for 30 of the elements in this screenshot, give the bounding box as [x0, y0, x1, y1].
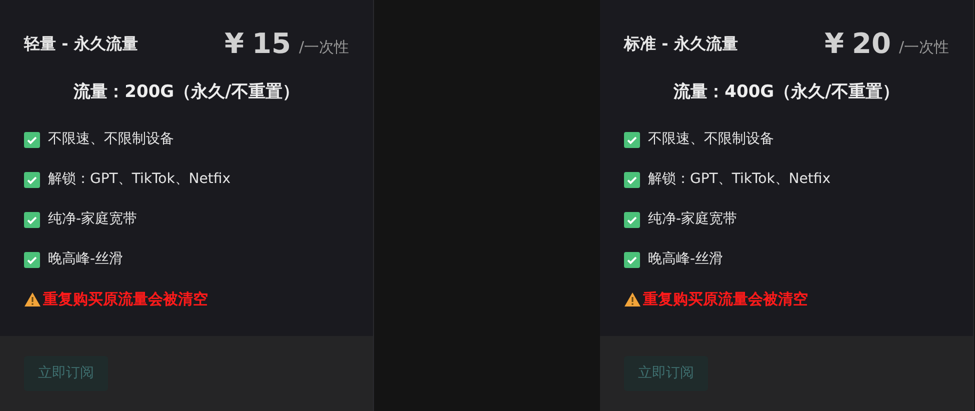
feature-text: 不限速、不限制设备 — [648, 130, 774, 149]
warning-text: 重复购买原流量会被清空 — [43, 289, 208, 310]
check-icon — [24, 212, 40, 228]
feature-text: 纯净-家庭宽带 — [48, 210, 138, 229]
warning-icon — [24, 292, 41, 307]
feature-text: 解锁：GPT、TikTok、Netfix — [48, 170, 230, 189]
warning-text: 重复购买原流量会被清空 — [643, 289, 808, 310]
warning-icon — [624, 292, 641, 307]
currency-sign: ¥ — [224, 30, 244, 58]
currency-sign: ¥ — [824, 30, 844, 58]
feature-text: 解锁：GPT、TikTok、Netfix — [648, 170, 830, 189]
check-icon — [24, 132, 40, 148]
feature-text: 不限速、不限制设备 — [48, 130, 174, 149]
check-icon — [624, 252, 640, 268]
traffic-headline: 流量：400G（永久/不重置） — [672, 81, 900, 104]
check-icon — [624, 132, 640, 148]
check-icon — [24, 172, 40, 188]
feature-text: 晚高峰-丝滑 — [648, 250, 724, 269]
price-period: /一次性 — [298, 36, 349, 58]
check-icon — [24, 252, 40, 268]
feature-text: 晚高峰-丝滑 — [48, 250, 124, 269]
price: 20 — [852, 30, 891, 58]
price: 15 — [252, 30, 291, 58]
plan-name: 标准 - 永久流量 — [624, 33, 738, 55]
check-icon — [624, 172, 640, 188]
traffic-headline: 流量：200G（永久/不重置） — [72, 81, 300, 104]
price-period: /一次性 — [898, 36, 949, 58]
check-icon — [624, 212, 640, 228]
plan-name: 轻量 - 永久流量 — [24, 33, 138, 55]
feature-text: 纯净-家庭宽带 — [648, 210, 738, 229]
